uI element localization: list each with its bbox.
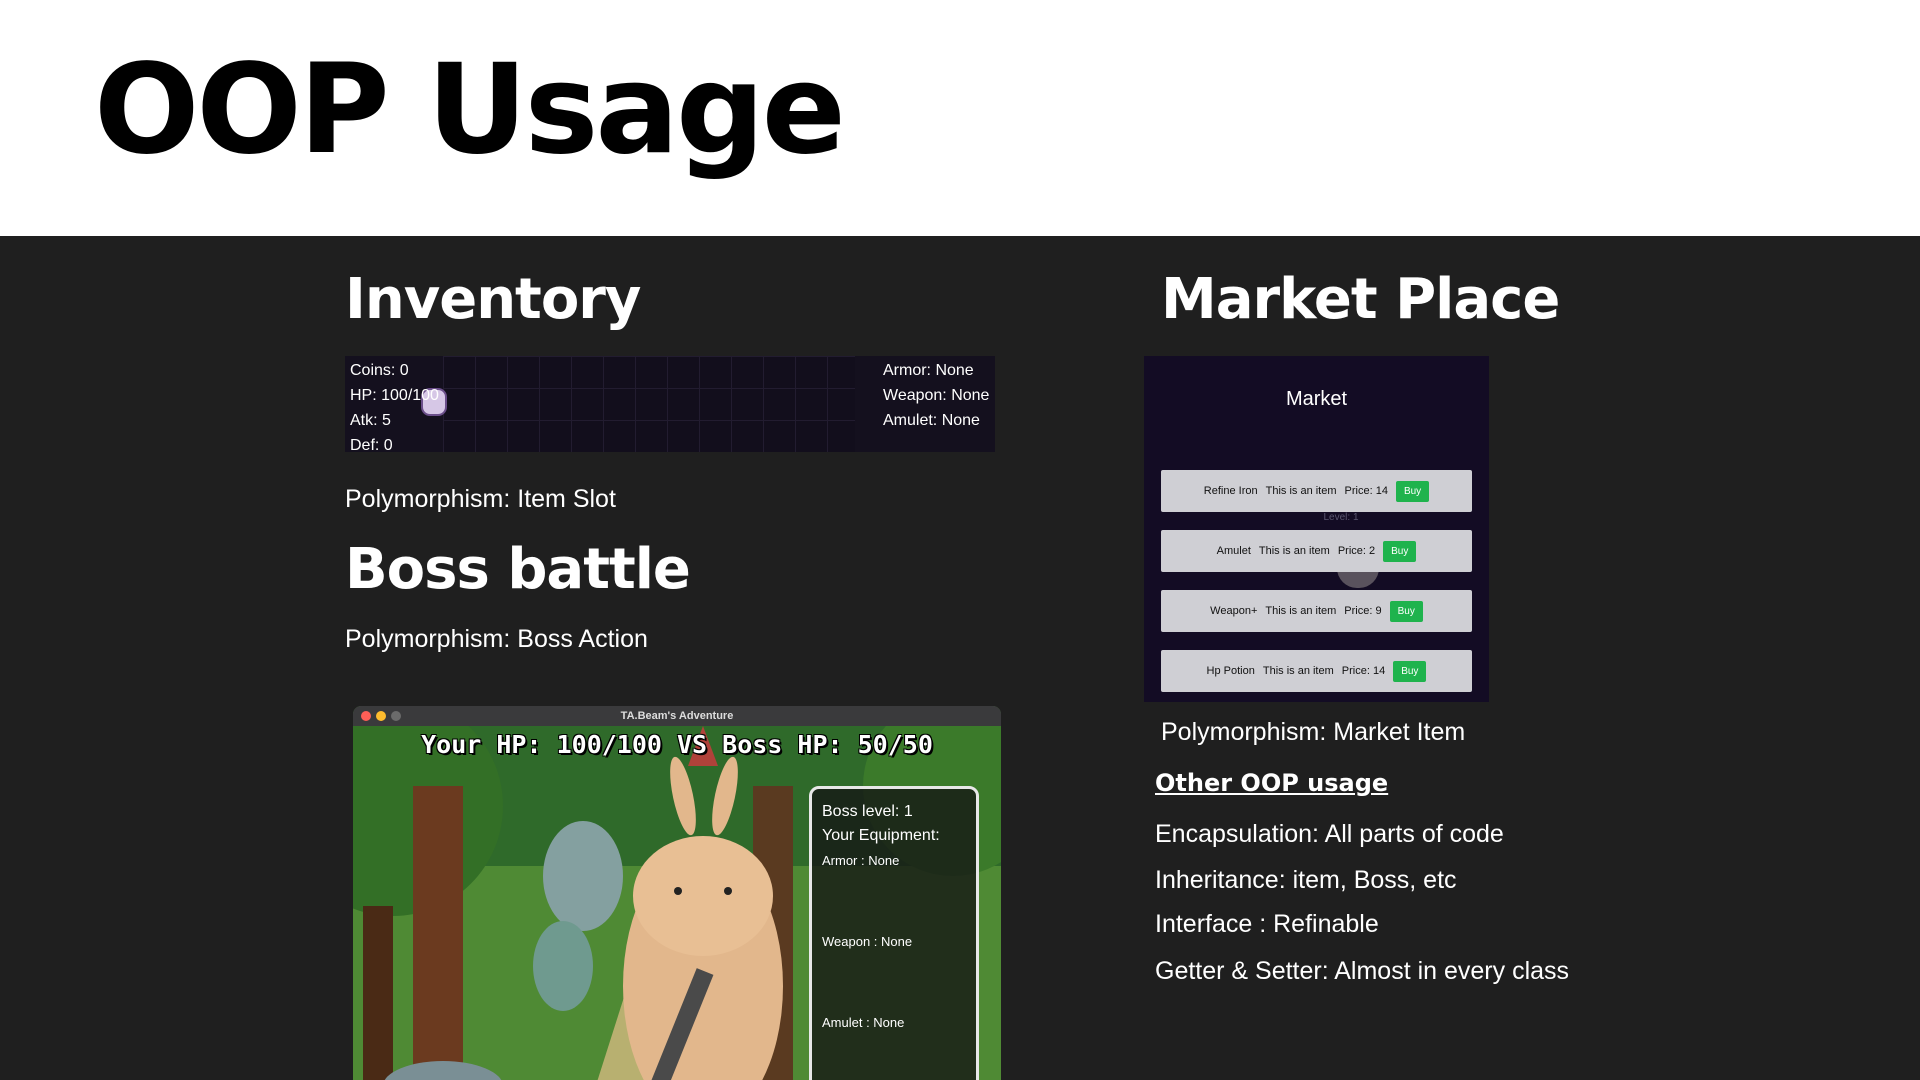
item-desc: This is an item bbox=[1265, 605, 1337, 617]
boss-info-panel: Boss level: 1 Your Equipment: Armor : No… bbox=[809, 786, 979, 1080]
item-price: Price: 9 bbox=[1344, 605, 1382, 617]
stat-hp: HP: 100/100 bbox=[350, 387, 439, 404]
item-price: Price: 2 bbox=[1337, 545, 1376, 557]
market-item: Amulet This is an item Price: 2 Buy bbox=[1161, 530, 1472, 572]
market-caption: Polymorphism: Market Item bbox=[1161, 718, 1466, 746]
boss-heading: Boss battle bbox=[345, 537, 691, 602]
item-name: Weapon+ bbox=[1210, 605, 1258, 617]
item-name: Refine Iron bbox=[1203, 485, 1258, 497]
buy-button[interactable]: Buy bbox=[1389, 600, 1423, 622]
stat-def: Def: 0 bbox=[350, 437, 393, 452]
panel-amulet: Amulet : None bbox=[822, 1015, 905, 1030]
getter-setter-text: Getter & Setter: Almost in every class bbox=[1155, 957, 1570, 985]
market-heading: Market Place bbox=[1161, 267, 1560, 332]
zoom-icon[interactable] bbox=[391, 711, 401, 721]
equip-amulet: Amulet: None bbox=[883, 412, 980, 429]
inventory-screenshot: Coins: 0 HP: 100/100 Atk: 5 Def: 0 Armor… bbox=[345, 356, 995, 452]
market-title: Market bbox=[1285, 388, 1348, 410]
inventory-caption: Polymorphism: Item Slot bbox=[345, 485, 616, 513]
other-oop-usage-link[interactable]: Other OOP usage bbox=[1155, 769, 1388, 797]
boss-caption: Polymorphism: Boss Action bbox=[345, 625, 648, 653]
inventory-grid bbox=[443, 356, 855, 452]
item-name: Hp Potion bbox=[1206, 665, 1255, 677]
buy-button[interactable]: Buy bbox=[1383, 540, 1417, 562]
minimize-icon[interactable] bbox=[376, 711, 386, 721]
content-panel: Inventory Coins: 0 HP: 100/100 Atk: 5 De… bbox=[0, 236, 1920, 1080]
boss-battle-window: TA.Beam's Adventure Your HP: 100/100 VS … bbox=[353, 706, 1001, 1080]
equip-armor: Armor: None bbox=[883, 362, 974, 379]
equip-weapon: Weapon: None bbox=[883, 387, 990, 404]
page-title: OOP Usage bbox=[94, 38, 846, 182]
stat-coins: Coins: 0 bbox=[350, 362, 409, 379]
buy-button[interactable]: Buy bbox=[1393, 660, 1427, 682]
window-titlebar: TA.Beam's Adventure bbox=[353, 706, 1001, 726]
inheritance-text: Inheritance: item, Boss, etc bbox=[1155, 866, 1457, 894]
market-level: Level: 1 bbox=[1323, 512, 1359, 523]
item-price: Price: 14 bbox=[1341, 665, 1386, 677]
market-item: Refine Iron This is an item Price: 14 Bu… bbox=[1161, 470, 1472, 512]
buy-button[interactable]: Buy bbox=[1395, 480, 1430, 502]
market-item: Hp Potion This is an item Price: 14 Buy bbox=[1161, 650, 1472, 692]
inventory-stats: Coins: 0 HP: 100/100 Atk: 5 Def: 0 bbox=[350, 358, 439, 452]
market-screenshot: Market Level: 1 Refine Iron This is an i… bbox=[1144, 356, 1489, 702]
item-desc: This is an item bbox=[1262, 665, 1334, 677]
boss-level: Boss level: 1 bbox=[822, 803, 913, 820]
inventory-heading: Inventory bbox=[345, 267, 641, 332]
stat-atk: Atk: 5 bbox=[350, 412, 391, 429]
inventory-equipment: Armor: None Weapon: None Amulet: None bbox=[883, 358, 989, 433]
panel-armor: Armor : None bbox=[822, 853, 900, 868]
interface-text: Interface : Refinable bbox=[1155, 910, 1379, 938]
item-desc: This is an item bbox=[1265, 485, 1337, 497]
item-name: Amulet bbox=[1216, 545, 1251, 557]
close-icon[interactable] bbox=[361, 711, 371, 721]
encapsulation-text: Encapsulation: All parts of code bbox=[1155, 820, 1504, 848]
market-item: Weapon+ This is an item Price: 9 Buy bbox=[1161, 590, 1472, 632]
title-area: OOP Usage bbox=[0, 0, 1920, 236]
hp-versus-text: Your HP: 100/100 VS Boss HP: 50/50 bbox=[421, 730, 933, 759]
equipment-title: Your Equipment: bbox=[822, 827, 940, 844]
panel-weapon: Weapon : None bbox=[822, 934, 913, 949]
item-desc: This is an item bbox=[1258, 545, 1330, 557]
item-price: Price: 14 bbox=[1344, 485, 1388, 497]
